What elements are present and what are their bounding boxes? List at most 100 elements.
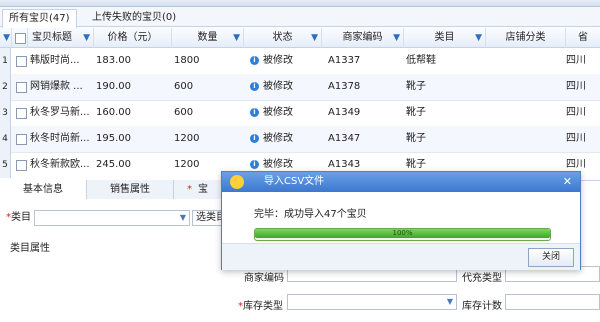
cell-price: 190.00: [96, 81, 131, 92]
row-number: 2: [0, 74, 11, 100]
cell-category: 低帮鞋: [406, 55, 436, 66]
cell-category: 靴子: [406, 107, 426, 118]
cell-province: 四川: [566, 55, 586, 66]
row-number: 1: [0, 48, 11, 74]
close-button[interactable]: 关闭: [528, 248, 574, 267]
filter-icon[interactable]: ▼: [83, 28, 90, 48]
info-icon: i: [250, 107, 259, 117]
col-price[interactable]: 价格（元）: [94, 28, 172, 48]
row-checkbox[interactable]: [16, 160, 27, 171]
filter-icon[interactable]: ▼: [233, 28, 240, 48]
col-code-label: 商家编码: [342, 32, 383, 43]
info-icon: i: [250, 133, 259, 143]
stock-count-select[interactable]: [505, 294, 600, 310]
info-icon: i: [250, 55, 259, 65]
select-category-button[interactable]: 选类目: [192, 210, 222, 226]
select-all-checkbox[interactable]: [15, 33, 26, 44]
filter-icon[interactable]: ▼: [475, 28, 482, 48]
col-shop-category-label: 店铺分类: [505, 32, 546, 43]
dialog-title-bar[interactable]: 导入CSV文件 ✕: [222, 172, 580, 192]
merchant-code-label: 商家编码: [244, 273, 284, 284]
cell-price: 195.00: [96, 133, 131, 144]
cell-title: 韩版时尚...: [30, 55, 80, 66]
proxy-type-label: 代充类型: [462, 273, 502, 284]
col-province[interactable]: 省: [566, 28, 600, 48]
row-checkbox[interactable]: [16, 56, 27, 67]
cell-status: i 被修改: [250, 126, 293, 152]
chevron-down-icon: ▼: [179, 213, 186, 222]
tab-all-items[interactable]: 所有宝贝(47): [2, 9, 77, 29]
tab-upload-failed[interactable]: 上传失败的宝贝(0): [86, 9, 182, 27]
col-province-label: 省: [578, 32, 588, 43]
col-shop-category[interactable]: 店铺分类: [486, 28, 566, 48]
tab-basic-info[interactable]: 基本信息: [0, 180, 87, 199]
filter-icon[interactable]: ▼: [393, 28, 400, 48]
row-number: 5: [0, 152, 11, 178]
row-number: 3: [0, 100, 11, 126]
cell-quantity: 1200: [174, 133, 200, 144]
cell-quantity: 600: [174, 107, 194, 118]
rownum-header: ▼: [0, 28, 12, 48]
info-icon: i: [250, 159, 259, 169]
category-attributes-label: 类目属性: [10, 243, 50, 254]
cell-quantity: 600: [174, 81, 194, 92]
cell-quantity: 1200: [174, 159, 200, 170]
table-row[interactable]: 3 秋冬罗马新... 160.00 600 i 被修改 A1349 靴子 四川: [0, 100, 600, 127]
table-row[interactable]: 2 网销爆款 ... 190.00 600 i 被修改 A1378 靴子 四川: [0, 74, 600, 101]
cell-title: 秋冬新款欧...: [30, 159, 90, 170]
col-status-label: 状态: [272, 32, 293, 43]
cell-province: 四川: [566, 107, 586, 118]
col-category[interactable]: 类目 ▼: [404, 28, 486, 48]
grid-header: ▼ 宝贝标题 ▼ 价格（元） 数量 ▼ 状态 ▼ 商家编码 ▼ 类目 ▼ 店铺分类 省: [0, 28, 600, 48]
col-quantity[interactable]: 数量 ▼: [172, 28, 244, 48]
cell-province: 四川: [566, 81, 586, 92]
cell-quantity: 1800: [174, 55, 200, 66]
stock-type-label-row: *库存类型: [238, 297, 283, 312]
col-merchant-code[interactable]: 商家编码 ▼: [322, 28, 404, 48]
table-row[interactable]: 4 秋冬时尚新... 195.00 1200 i 被修改 A1347 靴子 四川: [0, 126, 600, 153]
category-label-row: *类目: [6, 210, 31, 226]
app-logo-icon: [230, 175, 244, 189]
top-toolbar: [0, 0, 600, 7]
cell-status: i 被修改: [250, 48, 293, 74]
status-text: 被修改: [263, 159, 293, 170]
cell-price: 183.00: [96, 55, 131, 66]
dialog-footer: 关闭: [222, 243, 580, 270]
status-text: 被修改: [263, 133, 293, 144]
row-checkbox[interactable]: [16, 134, 27, 145]
tab-bar: 所有宝贝(47) 上传失败的宝贝(0): [0, 7, 600, 29]
row-checkbox[interactable]: [16, 108, 27, 119]
status-text: 被修改: [263, 55, 293, 66]
cell-title: 秋冬罗马新...: [30, 107, 90, 118]
cell-status: i 被修改: [250, 100, 293, 126]
filter-icon[interactable]: ▼: [311, 28, 318, 48]
row-number: 4: [0, 126, 11, 152]
cell-province: 四川: [566, 133, 586, 144]
close-icon[interactable]: ✕: [563, 172, 572, 192]
col-title-label: 宝贝标题: [32, 32, 72, 43]
row-checkbox[interactable]: [16, 82, 27, 93]
col-status[interactable]: 状态 ▼: [244, 28, 322, 48]
cell-status: i 被修改: [250, 74, 293, 100]
progress-text: 100%: [392, 229, 413, 237]
cell-code: A1337: [328, 55, 361, 66]
info-icon: i: [250, 81, 259, 91]
stock-count-label: 库存计数: [462, 301, 502, 312]
col-title[interactable]: 宝贝标题 ▼: [28, 28, 94, 48]
col-quantity-label: 数量: [197, 32, 218, 43]
dialog-message: 完毕：成功导入47个宝贝: [254, 209, 367, 220]
cell-code: A1378: [328, 81, 361, 92]
category-label: 类目: [11, 212, 31, 223]
col-price-label: 价格（元）: [107, 32, 158, 43]
required-mark: *: [187, 184, 192, 195]
progress-bar: 100%: [254, 228, 551, 241]
tab-more[interactable]: * 宝: [174, 180, 222, 199]
status-text: 被修改: [263, 107, 293, 118]
stock-type-label: 库存类型: [243, 301, 283, 312]
table-row[interactable]: 1 韩版时尚... 183.00 1800 i 被修改 A1337 低帮鞋 四川: [0, 48, 600, 75]
tab-sales-attributes[interactable]: 销售属性: [87, 180, 174, 199]
import-csv-dialog: 导入CSV文件 ✕ 完毕：成功导入47个宝贝 100% 关闭: [221, 171, 581, 270]
category-select[interactable]: ▼: [34, 210, 190, 226]
cell-code: A1347: [328, 133, 361, 144]
stock-type-select[interactable]: ▼: [287, 294, 457, 310]
